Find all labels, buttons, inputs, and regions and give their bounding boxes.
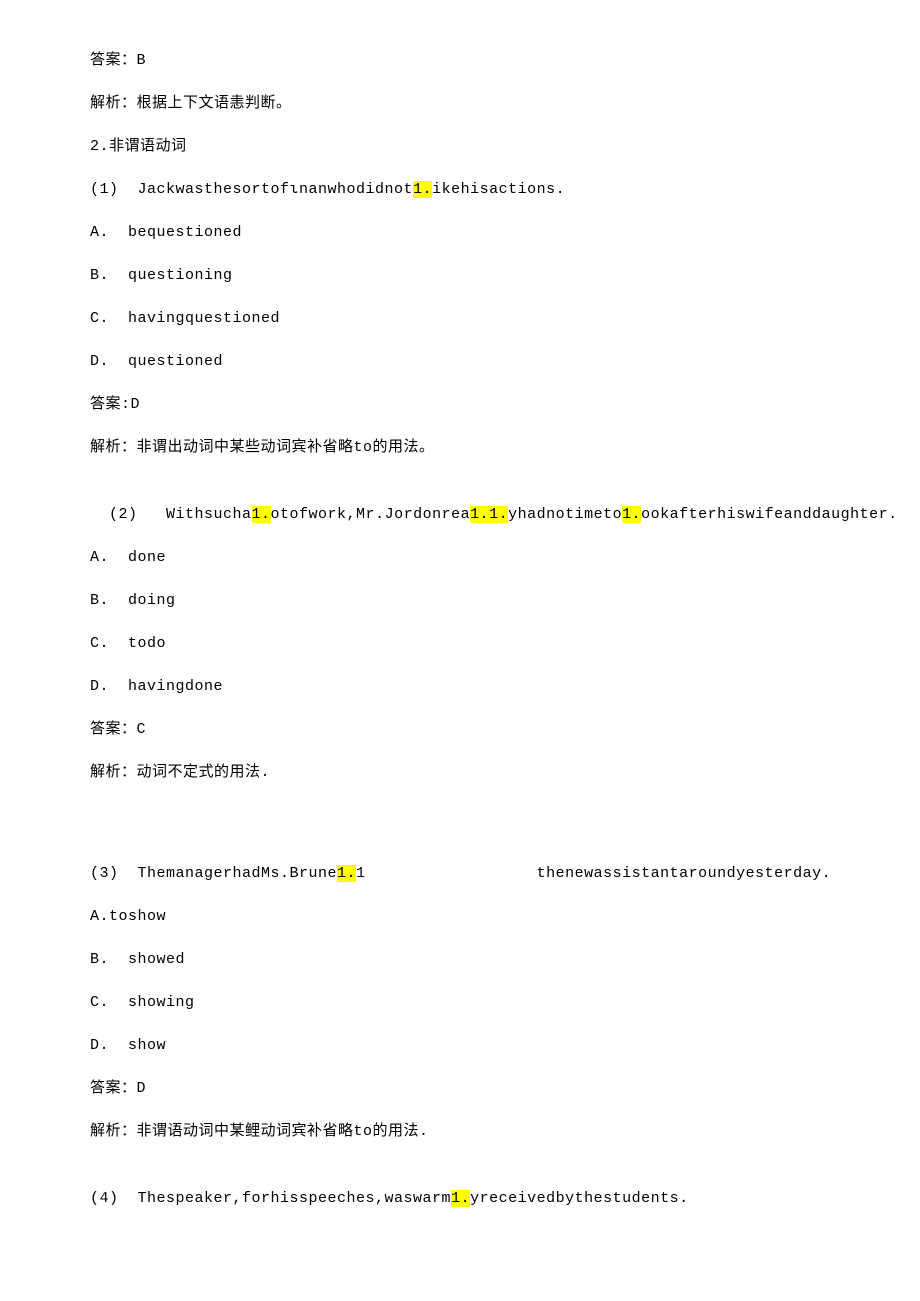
- explanation-2: 解析：动词不定式的用法.: [90, 762, 830, 783]
- question-1: (1) Jackwasthesortofιnanwhodidnot1.ikehi…: [90, 179, 830, 200]
- explanation-1: 解析：非谓出动词中某些动词宾补省略to的用法。: [90, 437, 830, 458]
- option-b: B. doing: [90, 590, 830, 611]
- highlight-icon: 1.: [337, 865, 356, 882]
- option-c: C. todo: [90, 633, 830, 654]
- option-a: A. done: [90, 547, 830, 568]
- answer-prev: 答案：B: [90, 50, 830, 71]
- section-heading: 2.非谓语动词: [90, 136, 830, 157]
- answer-2: 答案：C: [90, 719, 830, 740]
- q2-mid1: otofwork,Mr.Jordonrea: [271, 506, 471, 523]
- option-b: B. questioning: [90, 265, 830, 286]
- highlight-icon: 1.: [451, 1190, 470, 1207]
- question-4: (4) Thespeaker,forhisspeeches,waswarm1.y…: [90, 1188, 830, 1209]
- option-d: D. show: [90, 1035, 830, 1056]
- q3-pre: (3) ThemanagerhadMs.Brune: [90, 865, 337, 882]
- option-a: A.toshow: [90, 906, 830, 927]
- spacer: [90, 480, 830, 504]
- q2-post: ookafterhiswifeanddaughter.: [641, 506, 898, 523]
- answer-3: 答案：D: [90, 1078, 830, 1099]
- option-a: A. bequestioned: [90, 222, 830, 243]
- option-d: D. questioned: [90, 351, 830, 372]
- q1-post: ikehisactions.: [432, 181, 565, 198]
- highlight-icon: 1.: [622, 506, 641, 523]
- highlight-icon: 1.1.: [470, 506, 508, 523]
- answer-1: 答案:D: [90, 394, 830, 415]
- q4-post: yreceivedbythestudents.: [470, 1190, 689, 1207]
- highlight-icon: 1.: [252, 506, 271, 523]
- q3-mid: 1 thenewassistantaroundyesterday.: [356, 865, 831, 882]
- question-2: (2) Withsucha1.otofwork,Mr.Jordonrea1.1.…: [90, 504, 830, 525]
- spacer: [90, 1164, 830, 1188]
- explanation-prev: 解析：根据上下文语恚判断。: [90, 93, 830, 114]
- option-b: B. showed: [90, 949, 830, 970]
- q1-pre: (1) Jackwasthesortofιnanwhodidnot: [90, 181, 413, 198]
- option-d: D. havingdone: [90, 676, 830, 697]
- q2-mid2: yhadnotimeto: [508, 506, 622, 523]
- option-c: C. showing: [90, 992, 830, 1013]
- q2-pre: (2) Withsucha: [90, 506, 252, 523]
- highlight-icon: 1.: [413, 181, 432, 198]
- option-c: C. havingquestioned: [90, 308, 830, 329]
- question-3: (3) ThemanagerhadMs.Brune1.1 thenewassis…: [90, 863, 830, 884]
- spacer: [90, 805, 830, 863]
- explanation-3: 解析：非谓语动词中某鲤动词宾补省略to的用法.: [90, 1121, 830, 1142]
- q4-pre: (4) Thespeaker,forhisspeeches,waswarm: [90, 1190, 451, 1207]
